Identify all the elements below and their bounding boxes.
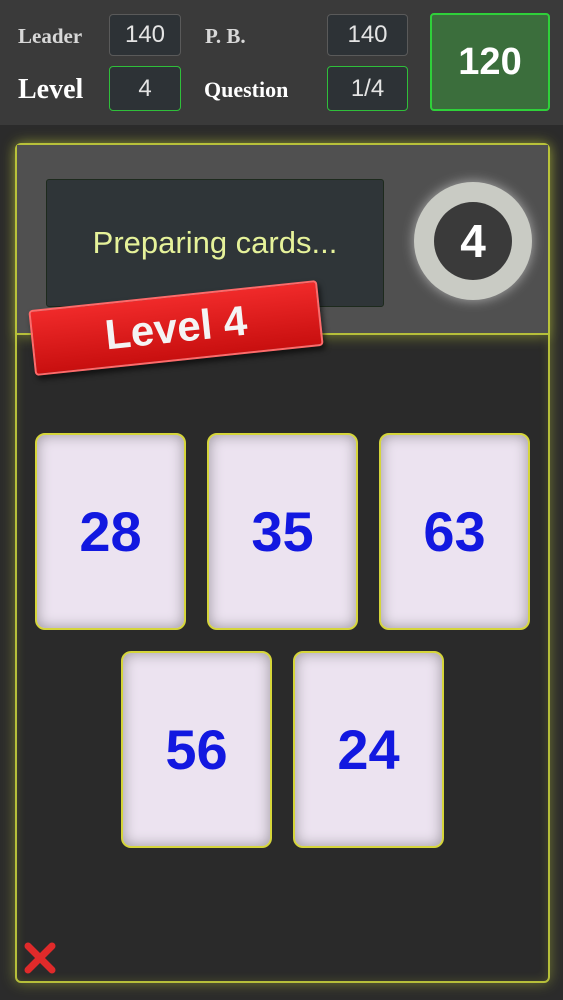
level-value: 4 xyxy=(109,66,181,111)
pb-value: 140 xyxy=(327,14,408,56)
header-bar: Leader 140 P. B. 140 Level 4 Question 1/… xyxy=(0,0,563,125)
status-message: Preparing cards... xyxy=(46,179,384,307)
close-x-icon xyxy=(24,942,56,974)
number-card-2[interactable]: 35 xyxy=(207,433,358,630)
quit-button[interactable] xyxy=(21,939,59,977)
leader-label: Leader xyxy=(18,24,83,48)
number-card-1[interactable]: 28 xyxy=(35,433,186,630)
countdown-number: 4 xyxy=(434,202,512,280)
question-label: Question xyxy=(204,77,289,102)
question-value: 1/4 xyxy=(327,66,408,111)
number-card-5[interactable]: 24 xyxy=(293,651,444,848)
number-card-3[interactable]: 63 xyxy=(379,433,530,630)
level-label: Level xyxy=(18,74,84,105)
leader-value: 140 xyxy=(109,14,181,56)
countdown-timer: 4 xyxy=(414,182,532,300)
game-board: Preparing cards... 4 Level 4 28 35 63 56… xyxy=(15,143,550,983)
score-display: 120 xyxy=(430,13,550,111)
pb-label: P. B. xyxy=(205,24,246,48)
number-card-4[interactable]: 56 xyxy=(121,651,272,848)
